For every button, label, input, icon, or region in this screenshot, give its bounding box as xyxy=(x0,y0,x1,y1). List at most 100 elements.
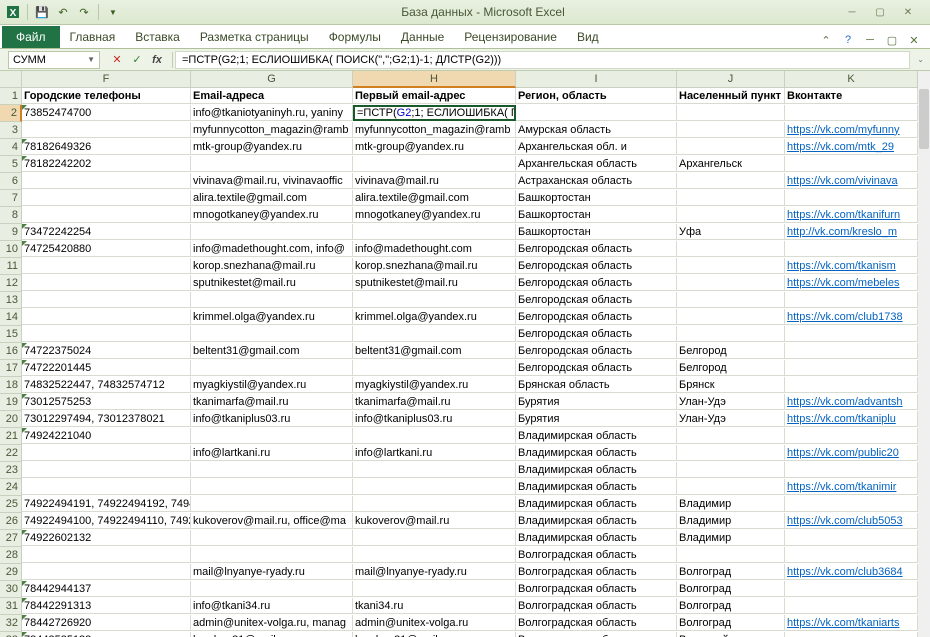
excel-icon[interactable]: X xyxy=(4,3,22,21)
cell[interactable] xyxy=(677,139,785,155)
cell[interactable] xyxy=(191,326,353,342)
row-header[interactable]: 22 xyxy=(0,445,22,462)
cell[interactable] xyxy=(785,105,918,121)
cell[interactable] xyxy=(22,462,191,478)
cell[interactable]: https://vk.com/tkanimir xyxy=(785,479,918,495)
ribbon-tab[interactable]: Рецензирование xyxy=(454,26,567,48)
cell[interactable]: http://vk.com/kreslo_m xyxy=(785,224,918,240)
cell[interactable] xyxy=(785,292,918,308)
cell[interactable] xyxy=(22,258,191,274)
cell[interactable] xyxy=(677,309,785,325)
cell[interactable] xyxy=(785,581,918,597)
cell[interactable]: tkanimarfa@mail.ru xyxy=(353,394,516,410)
column-header[interactable]: F xyxy=(22,71,191,88)
cell[interactable] xyxy=(353,360,516,376)
ribbon-tab[interactable]: Формулы xyxy=(319,26,391,48)
cell[interactable]: 74924221040 xyxy=(22,428,191,444)
ribbon-tab[interactable]: Главная xyxy=(60,26,126,48)
cell[interactable] xyxy=(22,122,191,138)
cell[interactable]: Амурская область xyxy=(516,122,677,138)
row-header[interactable]: 7 xyxy=(0,190,22,207)
row-header[interactable]: 9 xyxy=(0,224,22,241)
cancel-formula-icon[interactable]: ✕ xyxy=(108,51,126,69)
cell[interactable]: Волгоградская область xyxy=(516,547,677,563)
cell[interactable]: Брянск xyxy=(677,377,785,393)
row-header[interactable]: 3 xyxy=(0,122,22,139)
cell[interactable]: Башкортостан xyxy=(516,190,677,206)
cell[interactable]: mnogotkaney@yandex.ru xyxy=(353,207,516,223)
name-box[interactable]: СУММ▼ xyxy=(8,51,100,69)
cell[interactable] xyxy=(785,360,918,376)
cell[interactable]: Владимирская область xyxy=(516,496,677,512)
cell[interactable]: info@lartkani.ru xyxy=(353,445,516,461)
cell[interactable] xyxy=(353,479,516,495)
cell[interactable]: beltent31@gmail.com xyxy=(191,343,353,359)
cell[interactable]: sputnikestet@mail.ru xyxy=(191,275,353,291)
cell[interactable] xyxy=(785,462,918,478)
cell[interactable] xyxy=(677,445,785,461)
cell[interactable]: Белгород xyxy=(677,343,785,359)
header-cell[interactable]: Первый email-адрес xyxy=(353,88,516,104)
ribbon-tab[interactable]: Вид xyxy=(567,26,609,48)
cell[interactable]: myagkiystil@yandex.ru xyxy=(191,377,353,393)
cell[interactable] xyxy=(353,156,516,172)
row-header[interactable]: 32 xyxy=(0,615,22,632)
cell[interactable]: Владимирская область xyxy=(516,445,677,461)
cell[interactable]: 78182649326 xyxy=(22,139,191,155)
cell[interactable]: Башкортостан xyxy=(516,224,677,240)
cell[interactable]: https://vk.com/tkanism xyxy=(785,258,918,274)
cell[interactable] xyxy=(785,496,918,512)
cell[interactable]: tkani34.ru xyxy=(353,598,516,614)
cell[interactable] xyxy=(353,326,516,342)
column-header[interactable]: K xyxy=(785,71,918,88)
cell[interactable]: mtk-group@yandex.ru xyxy=(353,139,516,155)
row-header[interactable]: 2 xyxy=(0,105,22,122)
row-header[interactable]: 1 xyxy=(0,88,22,105)
cell[interactable]: 78443585188 xyxy=(22,632,191,637)
cell[interactable]: info@lartkani.ru xyxy=(191,445,353,461)
header-cell[interactable]: Email-адреса xyxy=(191,88,353,104)
enter-formula-icon[interactable]: ✓ xyxy=(128,51,146,69)
cell[interactable]: https://vk.com/tkanifurn xyxy=(785,207,918,223)
cell[interactable] xyxy=(22,190,191,206)
cell[interactable] xyxy=(353,530,516,546)
cell[interactable] xyxy=(677,326,785,342)
column-header[interactable]: G xyxy=(191,71,353,88)
cell[interactable] xyxy=(22,292,191,308)
spreadsheet-grid[interactable]: FGHIJK1Городские телефоныEmail-адресаПер… xyxy=(0,71,930,637)
cell[interactable]: Владимирская область xyxy=(516,530,677,546)
cell[interactable]: info@tkaniplus03.ru xyxy=(191,411,353,427)
cell[interactable]: 74722201445 xyxy=(22,360,191,376)
cell[interactable]: 74832522447, 74832574712 xyxy=(22,377,191,393)
cell[interactable]: Белгородская область xyxy=(516,360,677,376)
ribbon-restore-icon[interactable]: ▢ xyxy=(884,32,900,48)
cell[interactable]: 74922602132 xyxy=(22,530,191,546)
cell[interactable]: https://vk.com/mtk_29 xyxy=(785,139,918,155)
maximize-icon[interactable]: ▢ xyxy=(868,5,892,19)
cell[interactable]: Белгородская область xyxy=(516,275,677,291)
cell[interactable] xyxy=(22,479,191,495)
row-header[interactable]: 11 xyxy=(0,258,22,275)
cell[interactable]: info@tkaniotyaninyh.ru, yaniny xyxy=(191,105,353,121)
cell[interactable]: alira.textile@gmail.com xyxy=(353,190,516,206)
cell[interactable]: Архангельская область xyxy=(516,156,677,172)
cell[interactable]: alira.textile@gmail.com xyxy=(191,190,353,206)
cell[interactable] xyxy=(677,173,785,189)
row-header[interactable]: 25 xyxy=(0,496,22,513)
cell[interactable] xyxy=(785,632,918,637)
header-cell[interactable]: Регион, область xyxy=(516,88,677,104)
cell[interactable] xyxy=(191,360,353,376)
row-header[interactable]: 28 xyxy=(0,547,22,564)
redo-icon[interactable]: ↷ xyxy=(75,3,93,21)
cell[interactable] xyxy=(22,207,191,223)
cell[interactable]: myfunnycotton_magazin@ramb xyxy=(191,122,353,138)
cell[interactable] xyxy=(22,173,191,189)
cell[interactable]: myagkiystil@yandex.ru xyxy=(353,377,516,393)
cell[interactable]: Волгоградская область xyxy=(516,564,677,580)
cell[interactable]: Волжский xyxy=(677,632,785,637)
cell[interactable] xyxy=(22,445,191,461)
cell[interactable] xyxy=(677,190,785,206)
cell[interactable] xyxy=(677,462,785,478)
cell[interactable] xyxy=(22,275,191,291)
cell[interactable]: 78442291313 xyxy=(22,598,191,614)
